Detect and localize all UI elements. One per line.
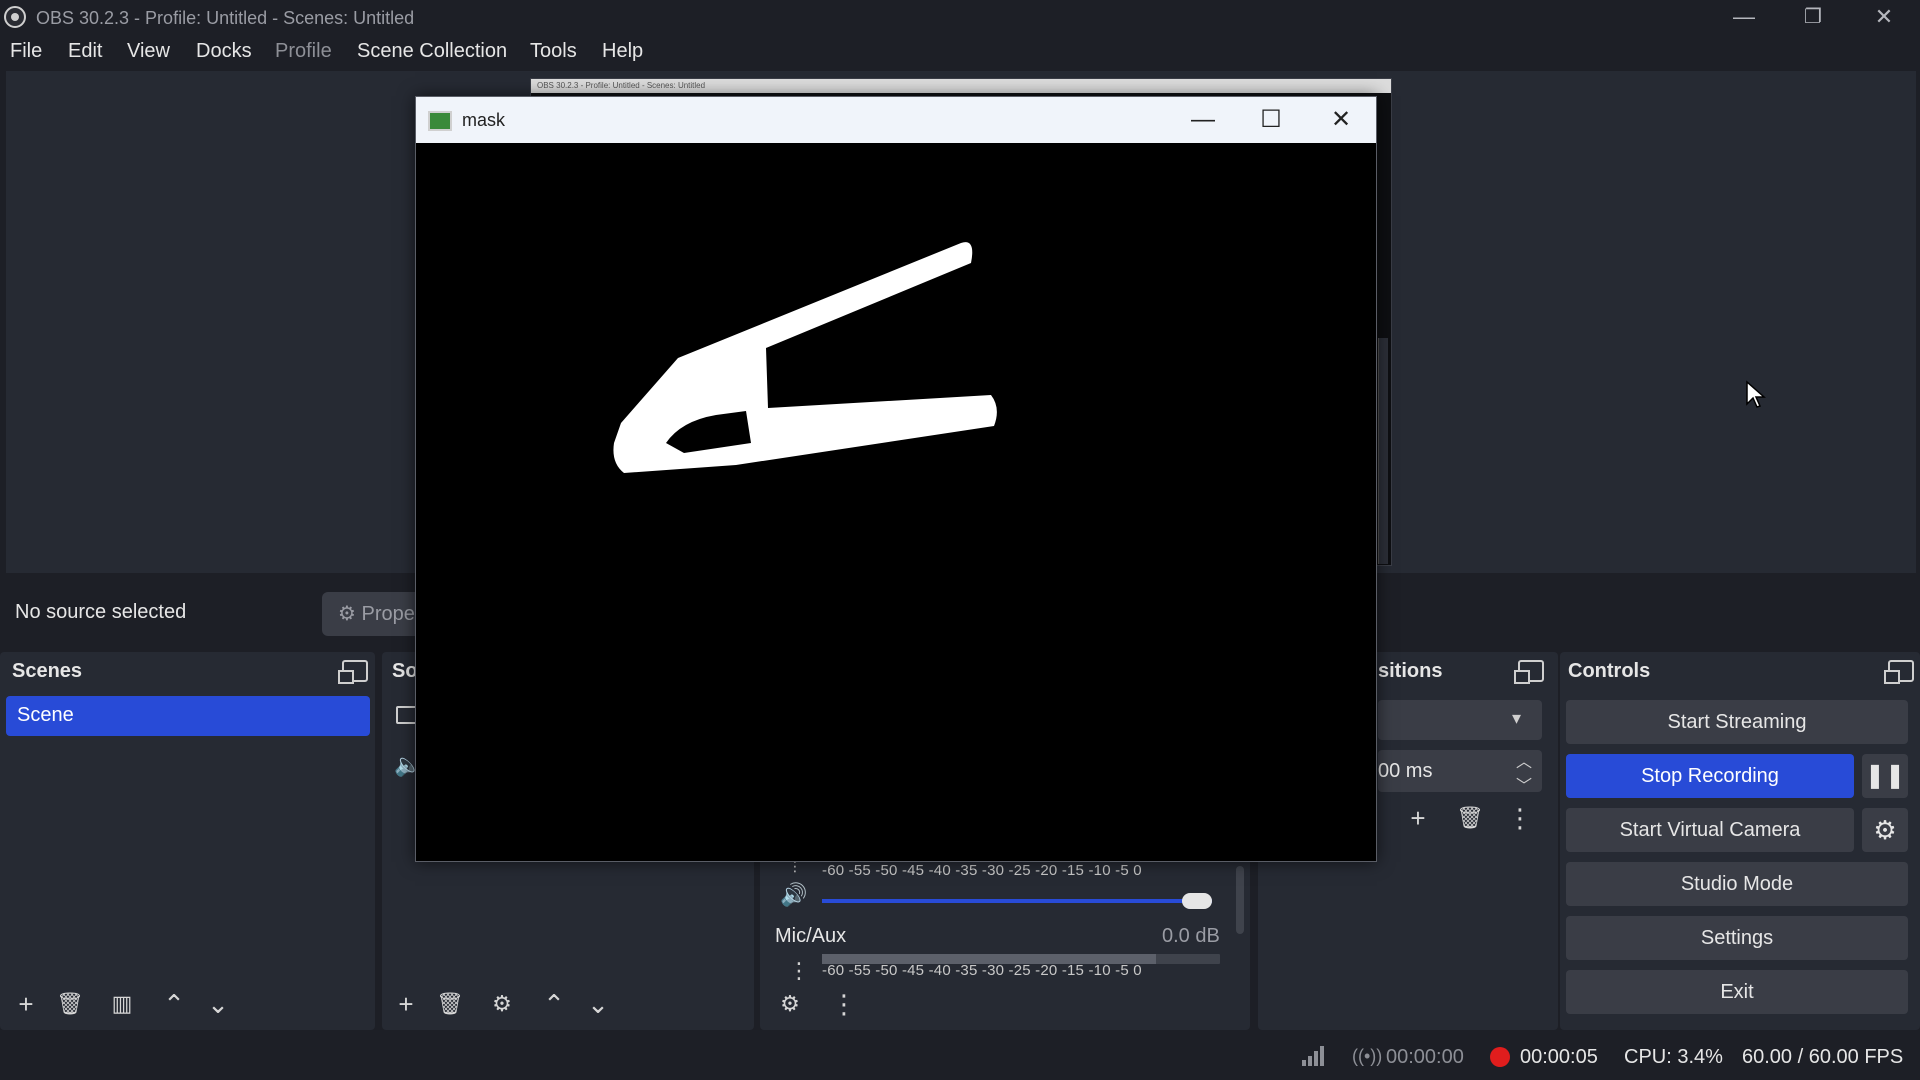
pause-icon: ❚❚ [1864,762,1906,789]
mask-app-icon [428,111,452,131]
desktop-volume-knob[interactable] [1182,893,1212,909]
menu-help[interactable]: Help [602,40,643,63]
stop-recording-button[interactable]: Stop Recording [1566,754,1854,798]
remove-scene-icon[interactable]: 🗑 [52,988,88,1020]
menu-edit[interactable]: Edit [68,40,102,63]
mic-label: Mic/Aux [775,925,847,947]
mask-close-icon[interactable]: ✕ [1318,103,1364,137]
mixer-menu-icon[interactable]: ⋮ [826,988,862,1020]
menu-docks[interactable]: Docks [196,40,252,63]
add-transition-icon[interactable]: + [1400,802,1436,834]
no-source-label: No source selected [15,601,187,623]
advanced-audio-icon[interactable]: ⚙ [772,988,808,1020]
gear-icon: ⚙ [338,603,356,625]
menu-tools[interactable]: Tools [530,40,577,63]
close-icon[interactable]: ✕ [1864,4,1904,30]
mask-shape-image [613,242,997,473]
restore-icon[interactable]: ❐ [1793,4,1833,30]
minimize-icon[interactable]: — [1724,4,1764,30]
remove-source-icon[interactable]: 🗑 [432,988,468,1020]
remove-transition-icon[interactable]: 🗑 [1452,802,1488,834]
move-scene-up-icon[interactable]: ⌃ [156,988,192,1020]
duration-value: 00 ms [1378,760,1433,782]
exit-button[interactable]: Exit [1566,970,1908,1014]
recording-dot-icon [1490,1047,1510,1067]
start-virtual-camera-button[interactable]: Start Virtual Camera [1566,808,1854,852]
mask-maximize-icon[interactable]: ☐ [1248,103,1294,137]
gear-icon: ⚙ [1873,815,1897,845]
undock-icon[interactable] [338,660,368,684]
preview-capture-edge [1378,338,1388,564]
properties-label: Prope [361,603,415,625]
controls-undock-icon[interactable] [1884,660,1914,684]
mixer-scrollbar[interactable] [1236,866,1244,934]
mic-db: 0.0 dB [1162,925,1220,947]
desktop-volume-track[interactable] [822,899,1212,903]
menu-scene-collection[interactable]: Scene Collection [357,40,507,63]
mask-window[interactable]: mask — ☐ ✕ [415,96,1377,862]
stream-time: 00:00:00 [1386,1046,1464,1068]
desktop-mute-icon[interactable]: 🔊 [780,882,807,908]
transitions-undock-icon[interactable] [1514,660,1544,684]
desktop-meter-scale: -60 -55 -50 -45 -40 -35 -30 -25 -20 -15 … [822,862,1142,879]
scene-list-item[interactable]: Scene [6,696,370,736]
start-streaming-button[interactable]: Start Streaming [1566,700,1908,744]
cpu-usage: CPU: 3.4% [1624,1046,1723,1068]
controls-title: Controls [1568,660,1651,682]
network-signal-icon [1302,1046,1326,1066]
add-scene-icon[interactable]: + [8,988,44,1020]
mask-window-title: mask [462,110,506,130]
menu-profile[interactable]: Profile [275,40,332,63]
fps-counter: 60.00 / 60.00 FPS [1742,1046,1904,1068]
mask-titlebar[interactable] [416,97,1376,143]
menu-file[interactable]: File [10,40,42,63]
spin-down-icon[interactable]: ﹀ [1516,772,1532,796]
transition-menu-icon[interactable]: ⋮ [1502,802,1538,834]
window-title: OBS 30.2.3 - Profile: Untitled - Scenes:… [36,8,415,28]
mouse-cursor-icon [1746,380,1766,408]
obs-logo-icon [4,6,26,28]
source-properties-icon[interactable]: ⚙ [484,988,520,1020]
scene-filters-icon[interactable]: ▥ [104,988,140,1020]
preview-capture-title: OBS 30.2.3 - Profile: Untitled - Scenes:… [531,79,1391,93]
settings-button[interactable]: Settings [1566,916,1908,960]
scenes-title: Scenes [12,660,83,682]
sources-title: So [392,660,418,682]
spin-up-icon[interactable]: ︿ [1516,748,1532,772]
stream-status-icon: ((•)) [1352,1046,1383,1066]
menu-bar: File Edit View Docks Profile Scene Colle… [0,34,1920,68]
move-scene-down-icon[interactable]: ⌄ [200,988,236,1020]
virtual-camera-settings-button[interactable]: ⚙ [1862,808,1908,852]
add-source-icon[interactable]: + [388,988,424,1020]
mic-meter-scale: -60 -55 -50 -45 -40 -35 -30 -25 -20 -15 … [822,962,1142,979]
menu-view[interactable]: View [127,40,170,63]
mic-menu-icon[interactable]: ⋮ [788,958,810,984]
mask-minimize-icon[interactable]: — [1180,103,1226,137]
move-source-down-icon[interactable]: ⌄ [580,988,616,1020]
pause-recording-button[interactable]: ❚❚ [1862,754,1908,798]
transitions-title: sitions [1378,660,1443,682]
recording-time: 00:00:05 [1520,1046,1598,1068]
chevron-down-icon: ▾ [1512,708,1522,728]
studio-mode-button[interactable]: Studio Mode [1566,862,1908,906]
move-source-up-icon[interactable]: ⌃ [536,988,572,1020]
